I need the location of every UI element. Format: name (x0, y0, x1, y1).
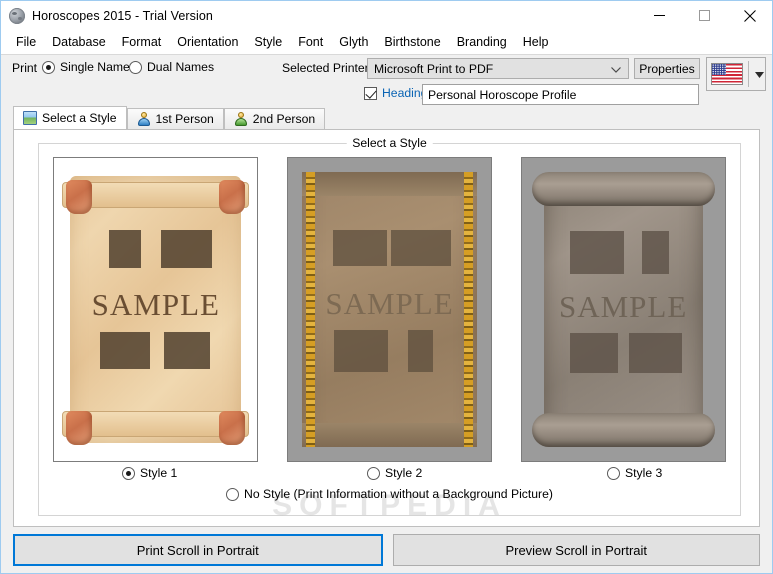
radio-no-style[interactable]: No Style (Print Information without a Ba… (226, 487, 553, 501)
menu-item-file[interactable]: File (8, 32, 44, 52)
radio-dual-names-label: Dual Names (147, 60, 214, 74)
radio-style-1-dot (122, 467, 135, 480)
tab-strip: Select a Style 1st Person 2nd Person (13, 106, 760, 129)
tab-2nd-person[interactable]: 2nd Person (224, 108, 325, 129)
radio-single-name-label: Single Name (60, 60, 130, 74)
scroll-bottom-roll (302, 423, 477, 447)
flag-canton (712, 64, 726, 75)
globe-icon (9, 8, 25, 24)
scroll-bottom-roll (532, 413, 715, 447)
zodiac-glyph-leo (334, 330, 388, 372)
menu-item-help[interactable]: Help (515, 32, 557, 52)
zodiac-glyph-scorpio (642, 231, 669, 274)
style-2-sample-text: SAMPLE (288, 286, 491, 322)
radio-no-style-label: No Style (Print Information without a Ba… (244, 487, 553, 501)
style-2-preview[interactable]: SAMPLE (287, 157, 492, 462)
style-group-box: Select a Style SOFTPEDIA SAM (38, 143, 741, 516)
radio-no-style-dot (226, 488, 239, 501)
zodiac-glyph-capricorn (629, 333, 682, 373)
menu-item-database[interactable]: Database (44, 32, 114, 52)
tassel-bottom-left (66, 411, 92, 445)
tassel-bottom-right (219, 411, 245, 445)
options-bar: Print Single Name Dual Names Selected Pr… (1, 55, 772, 106)
window-controls (637, 1, 772, 30)
tab-select-a-style[interactable]: Select a Style (13, 106, 127, 129)
radio-dual-names[interactable]: Dual Names (129, 60, 214, 74)
menu-item-birthstone[interactable]: Birthstone (376, 32, 448, 52)
person-green-icon (234, 112, 248, 126)
selected-printer-label: Selected Printer (282, 61, 369, 75)
zodiac-glyph-virgo (109, 230, 141, 268)
no-style-row: No Style (Print Information without a Ba… (39, 487, 740, 504)
radio-single-name-dot (42, 61, 55, 74)
menu-item-branding[interactable]: Branding (449, 32, 515, 52)
language-flag-button[interactable] (706, 57, 766, 91)
maximize-icon[interactable] (682, 1, 727, 30)
menu-item-format[interactable]: Format (114, 32, 170, 52)
title-bar: Horoscopes 2015 - Trial Version (1, 1, 772, 30)
zodiac-glyph-gemini (333, 230, 387, 266)
us-flag-icon (711, 63, 743, 85)
menu-bar: File Database Format Orientation Style F… (1, 30, 772, 55)
tab-select-a-style-label: Select a Style (42, 111, 117, 125)
tab-1st-person[interactable]: 1st Person (127, 108, 224, 129)
radio-style-1-label: Style 1 (140, 466, 177, 480)
radio-style-1[interactable]: Style 1 (122, 466, 177, 480)
tassel-top-left (66, 180, 92, 214)
radio-style-2-dot (367, 467, 380, 480)
zodiac-glyph-sagittarius (570, 333, 618, 373)
zodiac-glyph-aries (100, 332, 150, 369)
scroll-top-roll (302, 172, 477, 196)
heading-checkbox-box (364, 87, 377, 100)
radio-style-3-label: Style 3 (625, 466, 662, 480)
picture-icon (23, 111, 37, 125)
style-1-sample-text: SAMPLE (54, 287, 257, 323)
flag-divider (748, 61, 749, 87)
print-scroll-button[interactable]: Print Scroll in Portrait (13, 534, 383, 566)
preview-scroll-button[interactable]: Preview Scroll in Portrait (393, 534, 761, 566)
radio-style-3-dot (607, 467, 620, 480)
radio-style-2[interactable]: Style 2 (367, 466, 422, 480)
scroll-top-roll (532, 172, 715, 206)
heading-text-input[interactable]: Personal Horoscope Profile (422, 84, 699, 105)
tab-page-select-a-style: Select a Style SOFTPEDIA SAM (13, 129, 760, 527)
tab-1st-person-label: 1st Person (156, 112, 214, 126)
zodiac-glyph-taurus (164, 332, 210, 369)
style-group-legend: Select a Style (346, 136, 433, 150)
tassel-top-right (219, 180, 245, 214)
footer-bar: Print Scroll in Portrait Preview Scroll … (1, 527, 772, 573)
style-radio-group: Style 1 Style 2 Style 3 (39, 466, 740, 484)
menu-item-style[interactable]: Style (246, 32, 290, 52)
flag-chevron-down-icon (755, 67, 764, 81)
person-blue-icon (137, 112, 151, 126)
menu-item-orientation[interactable]: Orientation (169, 32, 246, 52)
menu-item-font[interactable]: Font (290, 32, 331, 52)
zodiac-glyph-cancer (161, 230, 212, 268)
radio-dual-names-dot (129, 61, 142, 74)
radio-style-2-label: Style 2 (385, 466, 422, 480)
radio-single-name[interactable]: Single Name (42, 60, 130, 74)
style-3-sample-text: SAMPLE (522, 289, 725, 325)
close-icon[interactable] (727, 1, 772, 30)
zodiac-glyph-virgo (408, 330, 433, 372)
menu-item-glyth[interactable]: Glyth (331, 32, 376, 52)
printer-select[interactable]: Microsoft Print to PDF (367, 58, 629, 79)
window-title: Horoscopes 2015 - Trial Version (32, 9, 213, 23)
application-window: Horoscopes 2015 - Trial Version File Dat… (0, 0, 773, 574)
chevron-down-icon (611, 62, 621, 76)
style-thumbnails: SAMPLE SAMPLE (39, 157, 740, 462)
style-3-preview[interactable]: SAMPLE (521, 157, 726, 462)
heading-text-value: Personal Horoscope Profile (428, 88, 576, 102)
zodiac-glyph-libra (570, 231, 624, 274)
heading-checkbox[interactable]: Heading (364, 86, 427, 100)
zodiac-glyph-cancer (391, 230, 451, 266)
style-1-preview[interactable]: SAMPLE (53, 157, 258, 462)
printer-select-value: Microsoft Print to PDF (374, 62, 493, 76)
radio-style-3[interactable]: Style 3 (607, 466, 662, 480)
tab-2nd-person-label: 2nd Person (253, 112, 315, 126)
print-label: Print (12, 61, 37, 75)
minimize-icon[interactable] (637, 1, 682, 30)
printer-properties-button[interactable]: Properties (634, 58, 700, 79)
heading-checkbox-label: Heading (382, 86, 427, 100)
